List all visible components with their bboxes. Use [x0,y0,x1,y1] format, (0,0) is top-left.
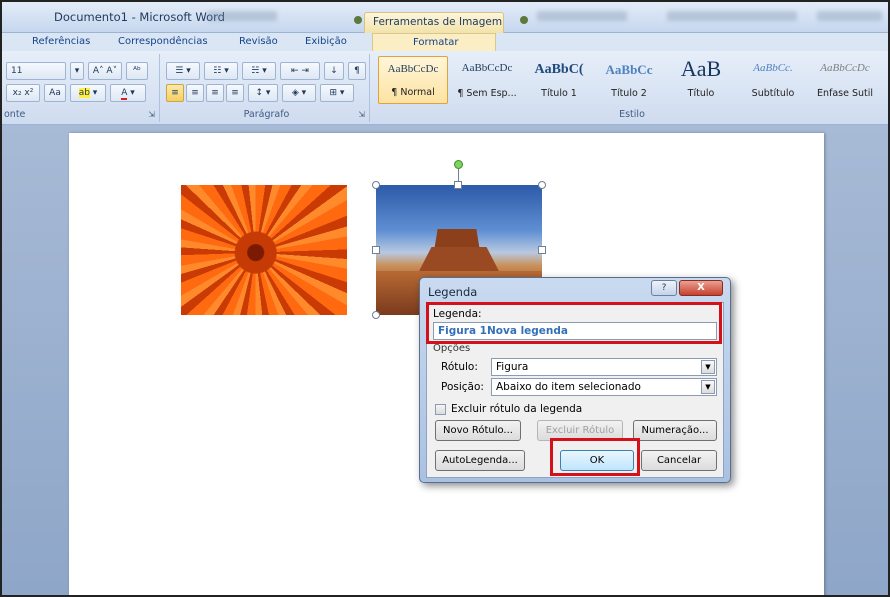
numbering-button[interactable]: ☷ ▾ [204,62,238,80]
style-name: Título 2 [611,88,647,99]
blurred-window-tab [817,11,882,21]
posicao-value: Abaixo do item selecionado [496,381,641,393]
picture-tools-label: Ferramentas de Imagem [373,16,503,28]
numeracao-button[interactable]: Numeração... [633,420,717,441]
tab-exibicao[interactable]: Exibição [305,36,347,47]
blurred-window-tab [667,11,797,21]
resize-handle[interactable] [372,246,380,254]
resize-handle[interactable] [538,181,546,189]
style-sample: AaB [680,56,722,81]
resize-handle[interactable] [454,181,462,189]
dialog-title: Legenda [428,285,478,299]
group-label-estilo: Estilo [619,109,645,120]
posicao-select[interactable]: Abaixo do item selecionado ▼ [491,378,717,396]
styles-group: AaBbCcDc ¶ Normal AaBbCcDc ¶ Sem Esp... … [376,54,888,122]
clear-format-icon[interactable]: ᴬᵇ [126,62,148,80]
word-window: Documento1 - Microsoft Word Ferramentas … [0,0,890,597]
style-normal[interactable]: AaBbCcDc ¶ Normal [378,56,448,104]
style-name: Ênfase Sutil [816,88,874,99]
font-color-button[interactable]: A ▾ [110,84,146,102]
picture-tools-tab: Ferramentas de Imagem [364,12,504,34]
style-name: Título [687,88,715,99]
highlight-color-button[interactable]: ab ▾ [70,84,106,102]
align-left-button[interactable]: ≡ [166,84,184,102]
dialog-launcher-icon[interactable]: ⇲ [148,110,155,119]
style-titulo-2[interactable]: AaBbCc Título 2 [594,56,664,104]
style-enfase-sutil[interactable]: AaBbCcDc Ênfase Sutil [810,56,880,104]
exclude-label-checkbox[interactable] [435,404,446,415]
autolegenda-button[interactable]: AutoLegenda... [435,450,525,471]
pilcrow-icon[interactable]: ¶ [348,62,366,80]
style-sample: AaBbCc [605,62,653,77]
rotulo-value: Figura [496,361,529,373]
posicao-label: Posição: [441,381,484,393]
style-name: Subtítulo [751,88,795,99]
chevron-down-icon[interactable]: ▼ [701,360,715,374]
font-group: 11 ▾ A˄ A˅ ᴬᵇ x₂ x² Aa ab ▾ A ▾ onte ⇲ [2,54,160,122]
style-sample: AaBbCcDc [461,62,513,74]
align-center-button[interactable]: ≡ [186,84,204,102]
tab-formatar[interactable]: Formatar [372,33,496,51]
grow-shrink-font-button[interactable]: A˄ A˅ [88,62,122,80]
style-sem-espacamento[interactable]: AaBbCcDc ¶ Sem Esp... [452,56,522,104]
resize-handle[interactable] [372,181,380,189]
indent-buttons[interactable]: ⇤ ⇥ [280,62,320,80]
chevron-down-icon[interactable]: ▼ [701,380,715,394]
change-case-button[interactable]: Aa [44,84,66,102]
style-sample: AaBbCc. [753,62,793,74]
group-label-fonte: onte [4,109,26,120]
style-sample: AaBbC( [534,62,584,77]
style-name: ¶ Sem Esp... [457,88,517,99]
options-label: Opções [433,343,471,354]
rotulo-select[interactable]: Figura ▼ [491,358,717,376]
font-size-select[interactable]: 11 [6,62,66,80]
exclude-label-text: Excluir rótulo da legenda [451,403,583,415]
window-title: Documento1 - Microsoft Word [54,10,225,24]
rotulo-label: Rótulo: [441,361,478,373]
style-titulo-1[interactable]: AaBbC( Título 1 [524,56,594,104]
tool-indicator-icon [520,16,528,24]
shading-button[interactable]: ◈ ▾ [282,84,316,102]
style-subtitulo[interactable]: AaBbCc. Subtítulo [738,56,808,104]
style-titulo[interactable]: AaB Título [666,56,736,104]
rotate-handle[interactable] [454,160,463,169]
style-name: ¶ Normal [391,87,435,98]
ribbon: 11 ▾ A˄ A˅ ᴬᵇ x₂ x² Aa ab ▾ A ▾ onte ⇲ ☰… [2,51,888,125]
justify-button[interactable]: ≡ [226,84,244,102]
tool-indicator-icon [354,16,362,24]
borders-button[interactable]: ⊞ ▾ [320,84,354,102]
subscript-superscript-button[interactable]: x₂ x² [6,84,40,102]
style-sample: AaBbCcDc [820,62,870,74]
flower-image[interactable] [181,185,347,315]
legend-highlight-box [426,302,722,344]
resize-handle[interactable] [372,311,380,319]
cancelar-button[interactable]: Cancelar [641,450,717,471]
novo-rotulo-button[interactable]: Novo Rótulo... [435,420,521,441]
chevron-down-icon[interactable]: ▾ [70,62,84,80]
help-icon[interactable]: ? [651,280,677,296]
paragraph-group: ☰ ▾ ☷ ▾ ☵ ▾ ⇤ ⇥ ↓ ¶ ≡ ≡ ≡ ≡ ↕ ▾ ◈ ▾ ⊞ ▾ … [164,54,370,122]
dialog-launcher-icon[interactable]: ⇲ [358,110,365,119]
title-bar: Documento1 - Microsoft Word Ferramentas … [2,2,888,34]
close-icon[interactable]: X [679,280,723,296]
ok-highlight-box [550,438,640,476]
group-label-paragrafo: Parágrafo [243,109,290,120]
tab-revisao[interactable]: Revisão [239,36,278,47]
tab-formatar-label: Formatar [413,37,459,48]
bullets-button[interactable]: ☰ ▾ [166,62,200,80]
resize-handle[interactable] [538,246,546,254]
style-name: Título 1 [541,88,577,99]
style-sample: AaBbCcDc [387,63,439,75]
tab-correspondencias[interactable]: Correspondências [118,36,208,47]
line-spacing-button[interactable]: ↕ ▾ [248,84,278,102]
sort-icon[interactable]: ↓ [324,62,344,80]
tab-referencias[interactable]: Referências [32,36,90,47]
multilevel-list-button[interactable]: ☵ ▾ [242,62,276,80]
blurred-window-tab [537,11,627,21]
blurred-title-segment [207,11,277,21]
align-right-button[interactable]: ≡ [206,84,224,102]
ribbon-tab-row: Referências Correspondências Revisão Exi… [2,33,888,51]
